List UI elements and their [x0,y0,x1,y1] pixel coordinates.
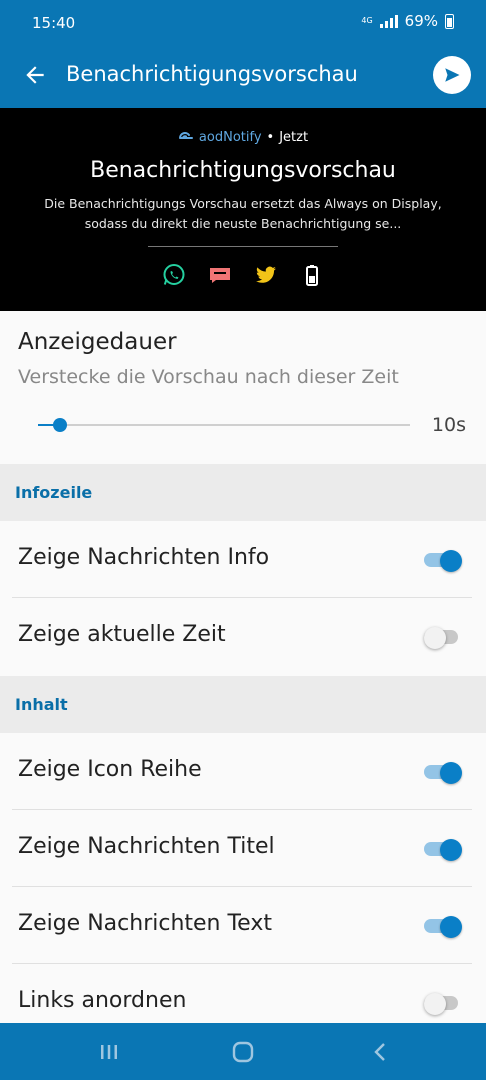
toggle-switch[interactable] [424,839,462,861]
setting-label: Zeige Nachrichten Titel [18,834,275,859]
setting-label: Zeige aktuelle Zeit [18,622,226,647]
whatsapp-icon [162,263,186,287]
twitter-icon [254,263,278,287]
battery-percent: 69% [404,12,438,30]
preview-separator: • [266,130,275,145]
category-label: Infozeile [15,483,93,502]
system-navigation-bar [0,1023,486,1080]
status-icons: 4G 69% [361,12,454,30]
send-button[interactable] [433,56,471,94]
category-infozeile: Infozeile [0,464,486,521]
toggle-switch[interactable] [424,916,462,938]
home-icon[interactable] [231,1041,255,1063]
recent-apps-icon[interactable] [97,1041,121,1063]
toggle-switch[interactable] [424,762,462,784]
preview-app-name: aodNotify [198,130,262,145]
preview-divider [148,246,338,247]
setting-label: Links anordnen [18,988,187,1013]
display-duration-subtitle: Verstecke die Vorschau nach dieser Zeit [18,366,399,388]
battery-status-icon [445,13,454,29]
setting-row-show-message-text[interactable]: Zeige Nachrichten Text [0,887,486,964]
setting-row-show-message-title[interactable]: Zeige Nachrichten Titel [0,810,486,887]
preview-header: aodNotify • Jetzt [0,130,486,145]
app-bar: Benachrichtigungsvorschau [0,42,486,108]
send-icon [445,68,460,82]
setting-label: Zeige Icon Reihe [18,757,202,782]
preview-time: Jetzt [279,130,309,145]
display-duration-setting: Anzeigedauer Verstecke die Vorschau nach… [0,311,486,464]
message-icon [208,263,232,287]
page-title: Benachrichtigungsvorschau [66,62,358,86]
back-nav-icon[interactable] [369,1041,393,1063]
battery-icon [300,263,324,287]
toggle-switch[interactable] [424,627,462,649]
setting-row-show-icon-row[interactable]: Zeige Icon Reihe [0,733,486,810]
status-time: 15:40 [32,14,76,32]
category-label: Inhalt [15,695,68,714]
setting-label: Zeige Nachrichten Text [18,911,272,936]
signal-icon [379,14,398,28]
status-bar: 15:40 4G 69% [0,0,486,42]
slider-thumb[interactable] [53,418,68,432]
preview-text: Die Benachrichtigungs Vorschau ersetzt d… [44,196,442,231]
notification-preview: aodNotify • Jetzt Benachrichtigungsvorsc… [0,108,486,311]
setting-row-show-message-info[interactable]: Zeige Nachrichten Info [0,521,486,598]
display-duration-title: Anzeigedauer [18,329,177,355]
preview-title: Benachrichtigungsvorschau [90,158,396,183]
slider-value: 10s [431,414,466,436]
network-type: 4G [361,16,373,25]
setting-label: Zeige Nachrichten Info [18,545,270,570]
display-duration-slider[interactable] [38,418,410,432]
toggle-switch[interactable] [424,550,462,572]
preview-icon-row [0,263,486,287]
aodnotify-logo-icon [178,131,193,139]
category-inhalt: Inhalt [0,676,486,733]
setting-row-show-current-time[interactable]: Zeige aktuelle Zeit [0,598,486,675]
toggle-switch[interactable] [424,993,462,1015]
back-arrow-icon[interactable] [22,62,48,88]
